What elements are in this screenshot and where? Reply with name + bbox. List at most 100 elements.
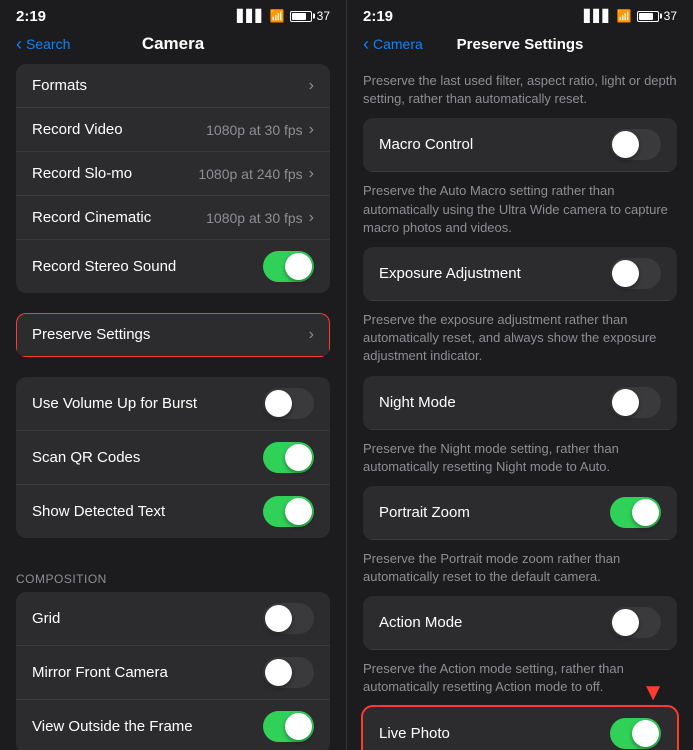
row-mirror-front[interactable]: Mirror Front Camera (16, 646, 330, 700)
label-exposure: Exposure Adjustment (379, 265, 521, 282)
row-formats[interactable]: Formats › (16, 64, 330, 108)
status-icons-right: ▋▋▋ 📶 37 (584, 9, 677, 23)
battery-icon (290, 11, 312, 22)
page-title-left: Camera (142, 34, 204, 54)
row-live-photo[interactable]: Live Photo (363, 707, 677, 750)
row-macro-control[interactable]: Macro Control (363, 118, 677, 172)
back-label-left: Search (26, 36, 70, 52)
page-title-right: Preserve Settings (457, 36, 584, 53)
live-photo-wrap: ▼ Live Photo (347, 707, 693, 750)
value-preserve-settings: › (309, 326, 314, 344)
back-button-right[interactable]: ‹ Camera (363, 35, 423, 53)
label-record-slomo: Record Slo-mo (32, 165, 132, 182)
chevron-record-video: › (309, 121, 314, 139)
desc-night-mode: Preserve the Night mode setting, rather … (347, 434, 693, 486)
text-record-cinematic: 1080p at 30 fps (206, 210, 303, 226)
toggle-thumb-night (612, 389, 639, 416)
nav-bar-left: ‹ Search Camera (0, 28, 346, 64)
toggle-view-outside[interactable] (263, 711, 314, 742)
desc-portrait-zoom: Preserve the Portrait mode zoom rather t… (347, 544, 693, 596)
row-record-cinematic[interactable]: Record Cinematic 1080p at 30 fps › (16, 196, 330, 240)
status-bar-right: 2:19 ▋▋▋ 📶 37 (347, 0, 693, 28)
label-record-stereo: Record Stereo Sound (32, 258, 176, 275)
row-record-slomo[interactable]: Record Slo-mo 1080p at 240 fps › (16, 152, 330, 196)
label-portrait-zoom: Portrait Zoom (379, 504, 470, 521)
row-grid[interactable]: Grid (16, 592, 330, 646)
text-record-video: 1080p at 30 fps (206, 122, 303, 138)
chevron-formats: › (309, 77, 314, 95)
toggle-action-mode[interactable] (610, 607, 661, 638)
row-record-video[interactable]: Record Video 1080p at 30 fps › (16, 108, 330, 152)
text-record-slomo: 1080p at 240 fps (198, 166, 302, 182)
label-preserve-settings: Preserve Settings (32, 326, 150, 343)
toggle-grid[interactable] (263, 603, 314, 634)
group-composition: Grid Mirror Front Camera View Outside th… (16, 592, 330, 750)
top-description: Preserve the last used filter, aspect ra… (347, 64, 693, 118)
status-bar-left: 2:19 ▋▋▋ 📶 37 (0, 0, 346, 28)
row-volume-burst[interactable]: Use Volume Up for Burst (16, 377, 330, 431)
toggle-night-mode[interactable] (610, 387, 661, 418)
wifi-icon-right: 📶 (617, 9, 632, 23)
row-action-mode[interactable]: Action Mode (363, 596, 677, 650)
row-view-outside[interactable]: View Outside the Frame (16, 700, 330, 750)
toggle-mirror-front[interactable] (263, 657, 314, 688)
chevron-record-cinematic: › (309, 209, 314, 227)
toggle-thumb-exposure (612, 260, 639, 287)
battery-level-right: 37 (664, 9, 677, 23)
label-mirror-front: Mirror Front Camera (32, 664, 168, 681)
battery-fill-right (639, 13, 653, 20)
preserve-settings-scroll[interactable]: Preserve the last used filter, aspect ra… (347, 64, 693, 750)
toggle-thumb-macro (612, 131, 639, 158)
toggle-thumb-mirror (265, 659, 292, 686)
group-top: Formats › Record Video 1080p at 30 fps ›… (16, 64, 330, 293)
row-record-stereo[interactable]: Record Stereo Sound (16, 240, 330, 293)
battery-fill (292, 13, 306, 20)
label-view-outside: View Outside the Frame (32, 718, 193, 735)
row-exposure[interactable]: Exposure Adjustment (363, 247, 677, 301)
toggle-record-stereo[interactable] (263, 251, 314, 282)
status-time-left: 2:19 (16, 8, 46, 25)
label-live-photo: Live Photo (379, 725, 450, 742)
section-action-mode: Action Mode (363, 596, 677, 650)
row-portrait-zoom[interactable]: Portrait Zoom (363, 486, 677, 540)
toggle-thumb-qr (285, 444, 312, 471)
value-record-video: 1080p at 30 fps › (206, 121, 314, 139)
settings-list-left: Formats › Record Video 1080p at 30 fps ›… (0, 64, 346, 750)
label-volume-burst: Use Volume Up for Burst (32, 395, 197, 412)
toggle-scan-qr[interactable] (263, 442, 314, 473)
back-button-left[interactable]: ‹ Search (16, 35, 70, 53)
section-header-composition: COMPOSITION (0, 558, 346, 592)
toggle-portrait-zoom[interactable] (610, 497, 661, 528)
row-scan-qr[interactable]: Scan QR Codes (16, 431, 330, 485)
label-record-video: Record Video (32, 121, 123, 138)
toggle-show-text[interactable] (263, 496, 314, 527)
label-grid: Grid (32, 610, 60, 627)
row-preserve-settings[interactable]: Preserve Settings › (16, 313, 330, 357)
toggle-volume-burst[interactable] (263, 388, 314, 419)
back-chevron-right: ‹ (363, 35, 369, 53)
status-time-right: 2:19 (363, 8, 393, 25)
toggle-macro-control[interactable] (610, 129, 661, 160)
section-portrait-zoom: Portrait Zoom (363, 486, 677, 540)
right-panel: 2:19 ▋▋▋ 📶 37 ‹ Camera Preserve Settings… (346, 0, 693, 750)
toggle-thumb-outside (285, 713, 312, 740)
value-record-cinematic: 1080p at 30 fps › (206, 209, 314, 227)
row-night-mode[interactable]: Night Mode (363, 376, 677, 430)
toggle-exposure[interactable] (610, 258, 661, 289)
toggle-thumb-burst (265, 390, 292, 417)
label-record-cinematic: Record Cinematic (32, 209, 151, 226)
section-live-photo: Live Photo (363, 707, 677, 750)
toggle-thumb-live (632, 720, 659, 747)
toggle-thumb-grid (265, 605, 292, 632)
row-label-formats: Formats (32, 77, 87, 94)
toggle-thumb-action (612, 609, 639, 636)
group-preserve: Preserve Settings › ▲ (16, 313, 330, 357)
chevron-preserve: › (309, 326, 314, 344)
toggle-thumb-text (285, 498, 312, 525)
label-macro-control: Macro Control (379, 136, 473, 153)
chevron-record-slomo: › (309, 165, 314, 183)
arrow-down-annotation: ▼ (641, 679, 665, 707)
back-label-right: Camera (373, 36, 423, 52)
toggle-live-photo[interactable] (610, 718, 661, 749)
row-show-text[interactable]: Show Detected Text (16, 485, 330, 538)
